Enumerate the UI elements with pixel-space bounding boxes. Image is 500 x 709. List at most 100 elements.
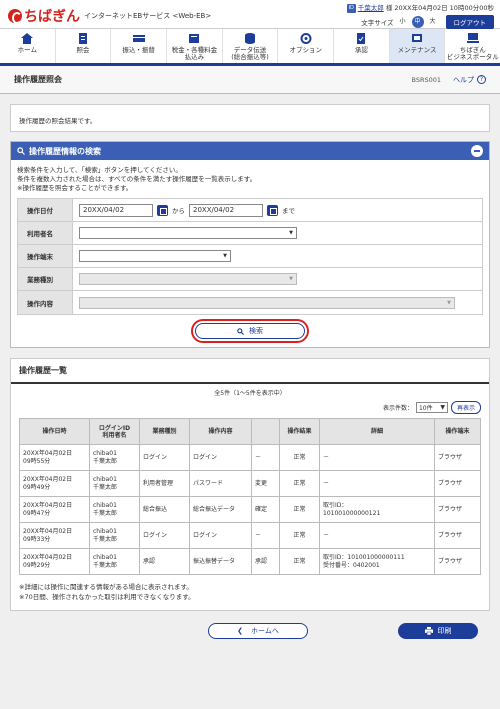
- per-page-value: 10件: [418, 405, 433, 413]
- user-select[interactable]: ▼: [79, 227, 297, 240]
- cell-operation: パスワード: [189, 470, 252, 498]
- cell-datetime: 20XX年04月02日 09時55分: [19, 444, 90, 472]
- help-label: ヘルプ: [453, 75, 474, 84]
- font-size-small-button[interactable]: 小: [397, 16, 409, 28]
- bottom-actions: ❮ ホームへ 印刷: [10, 623, 490, 663]
- desc-line: ※操作履歴を照会することができます。: [17, 183, 133, 192]
- note-line: ※詳細には操作に関連する情報がある場合に表示されます。: [19, 583, 193, 592]
- chevron-down-icon: ▼: [289, 276, 293, 283]
- nav-label: ちばぎん ビジネスポータル: [446, 46, 499, 62]
- operation-select[interactable]: ▼: [79, 296, 455, 309]
- calendar-icon[interactable]: [157, 204, 168, 216]
- nav-item-tax-payment[interactable]: 税金・各種料金 払込み: [167, 29, 223, 63]
- nav-item-option[interactable]: オプション: [278, 29, 335, 63]
- nav-label: データ伝送 (総合振込等): [231, 46, 269, 62]
- user-icon: ID: [346, 3, 356, 13]
- desc-line: 検索条件を入力して、「検索」ボタンを押してください。: [17, 166, 182, 174]
- form-row-date: 操作日付 20XX/04/02 から 20XX/04/02 まで: [18, 199, 482, 223]
- home-button-label: ホームへ: [251, 627, 279, 636]
- last-login-time: 20XX年04月02日 10時00分00秒: [394, 4, 494, 12]
- user-name-link[interactable]: 千葉太郎: [358, 4, 384, 12]
- note-line: ※70日間、操作されなかった取引は利用できなくなります。: [19, 592, 195, 601]
- cell-detail: －: [319, 444, 435, 472]
- results-title: 操作履歴一覧: [11, 359, 489, 385]
- service-name: インターネットEBサービス <Web-EB>: [84, 12, 212, 20]
- cell-detail: 取引ID：101001000000111 受付番号：0402001: [319, 548, 435, 576]
- tax-payment-icon: [189, 34, 200, 43]
- home-button[interactable]: ❮ ホームへ: [208, 623, 308, 640]
- search-icon: [237, 328, 244, 335]
- nav-item-approval[interactable]: 承認: [334, 29, 390, 63]
- cell-operation: 総合振込データ: [189, 496, 252, 524]
- help-icon: ?: [477, 75, 486, 84]
- data-transmission-icon: [245, 33, 256, 44]
- column-header: ログインID 利用者名: [89, 418, 140, 446]
- cell-business: 総合振込: [139, 496, 190, 524]
- business-select[interactable]: ▼: [79, 273, 297, 286]
- nav-item-portal[interactable]: ちばぎん ビジネスポータル: [445, 29, 500, 63]
- per-page-select[interactable]: 10件 ▼: [415, 402, 448, 414]
- column-header: 操作結果: [279, 418, 320, 446]
- collapse-icon[interactable]: [471, 145, 483, 157]
- bank-logo: ちばぎん インターネットEBサービス <Web-EB>: [8, 6, 211, 26]
- date-label: 操作日付: [18, 199, 73, 222]
- cell-datetime: 20XX年04月02日 09時49分: [19, 470, 90, 498]
- nav-item-transfer[interactable]: 振込・振替: [111, 29, 168, 63]
- search-panel-title: 操作履歴情報の検索: [29, 146, 101, 156]
- global-nav: ホーム 照会 振込・振替 税金・各種料金 払込み データ伝送 (総合振込等) オ…: [0, 28, 500, 66]
- form-row-terminal: 操作端末 ▼: [18, 245, 482, 269]
- nav-item-inquiry[interactable]: 照会: [56, 29, 112, 63]
- date-to-input[interactable]: 20XX/04/02: [189, 203, 263, 217]
- cell-terminal: ブラウザ: [434, 496, 481, 524]
- cell-terminal: ブラウザ: [434, 444, 481, 472]
- nav-label: 承認: [354, 46, 368, 54]
- per-page-label: 表示件数：: [382, 405, 413, 413]
- nav-label: 振込・振替: [122, 46, 155, 54]
- nav-item-data-transmission[interactable]: データ伝送 (総合振込等): [223, 29, 279, 63]
- user-label: 利用者名: [18, 222, 73, 245]
- date-from-input[interactable]: 20XX/04/02: [79, 203, 153, 217]
- cell-detail: －: [319, 470, 435, 498]
- cell-datetime: 20XX年04月02日 09時47分: [19, 496, 90, 524]
- cell-user: chiba01 千葉太郎: [89, 496, 140, 524]
- font-size-medium-button[interactable]: 中: [411, 15, 424, 28]
- cell-result: 正常: [279, 496, 320, 524]
- user-suffix: 様: [385, 4, 393, 12]
- cell-terminal: ブラウザ: [434, 470, 481, 498]
- redisplay-button[interactable]: 再表示: [450, 401, 481, 415]
- option-icon: [300, 33, 312, 44]
- cell-sub: －: [251, 444, 280, 472]
- search-form: 操作日付 20XX/04/02 から 20XX/04/02 まで 利用者名 ▼: [17, 198, 483, 316]
- header: ちばぎん インターネットEBサービス <Web-EB> ID 千葉太郎 様 20…: [0, 0, 500, 29]
- date-end-label: まで: [282, 207, 295, 216]
- search-button[interactable]: 検索: [191, 319, 309, 344]
- form-row-business: 業務種別 ▼: [18, 268, 482, 292]
- nav-label: オプション: [289, 46, 322, 54]
- search-panel-header[interactable]: 操作履歴情報の検索: [11, 142, 489, 160]
- chevron-left-icon: ❮: [237, 627, 244, 636]
- home-icon: [21, 33, 34, 44]
- search-panel: 操作履歴情報の検索 検索条件を入力して、「検索」ボタンを押してください。 条件を…: [10, 141, 490, 349]
- form-row-operation: 操作内容 ▼: [18, 291, 482, 315]
- title-bar: 操作履歴照会 BSRS001 ヘルプ ?: [0, 66, 500, 94]
- portal-icon: [466, 33, 479, 43]
- chevron-down-icon: ▼: [447, 299, 451, 306]
- nav-item-home[interactable]: ホーム: [0, 29, 56, 63]
- calendar-icon[interactable]: [267, 204, 278, 216]
- maintenance-icon: [412, 34, 423, 42]
- logo-text: ちばぎん: [24, 9, 80, 25]
- cell-terminal: ブラウザ: [434, 522, 481, 550]
- terminal-select[interactable]: ▼: [79, 250, 231, 263]
- nav-item-maintenance[interactable]: メンテナンス: [389, 29, 446, 63]
- chevron-down-icon: ▼: [289, 230, 293, 237]
- business-label: 業務種別: [18, 268, 73, 291]
- nav-label: ホーム: [17, 46, 37, 54]
- column-header: 業務種別: [139, 418, 190, 446]
- font-size-large-button[interactable]: 大: [427, 16, 439, 28]
- results-notes: ※詳細には操作に関連する情報がある場合に表示されます。 ※70日間、操作されなか…: [19, 583, 481, 602]
- print-button[interactable]: 印刷: [398, 623, 478, 640]
- inquiry-icon: [79, 33, 87, 44]
- logout-button[interactable]: ログアウト: [445, 14, 494, 29]
- cell-operation: 振込振替データ: [189, 548, 252, 576]
- help-link[interactable]: ヘルプ ?: [453, 75, 486, 85]
